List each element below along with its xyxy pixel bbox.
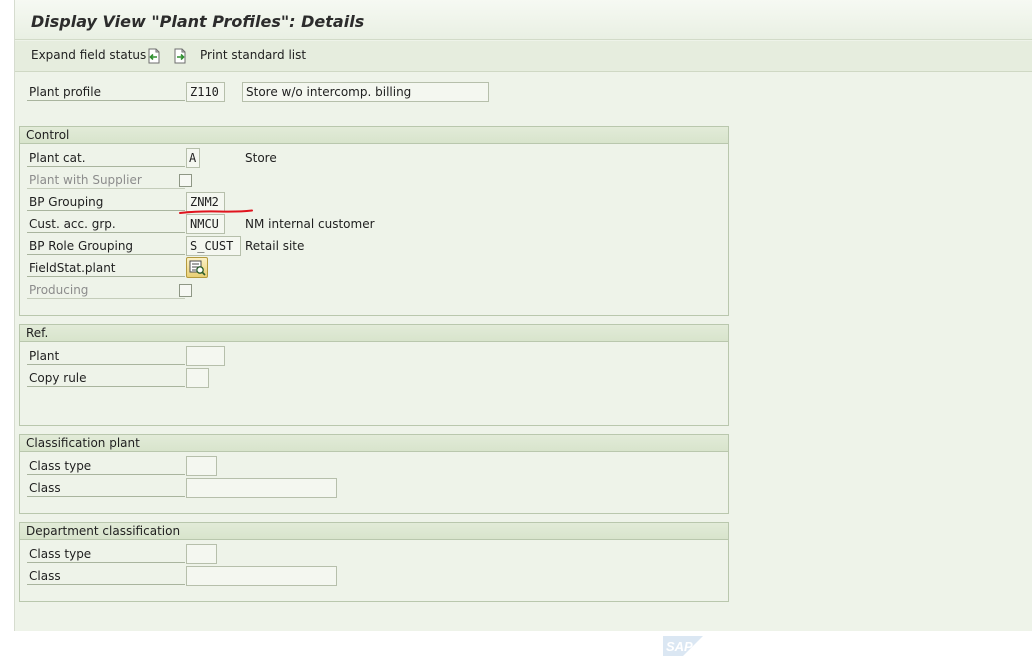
field-status-icon: [189, 260, 206, 276]
plant-cat-label: Plant cat.: [27, 149, 185, 167]
ref-plant-field[interactable]: [186, 346, 225, 366]
department-classification-group-title: Department classification: [20, 523, 728, 540]
ref-plant-label: Plant: [27, 347, 185, 365]
classification-plant-class-label: Class: [27, 479, 185, 497]
previous-entry-icon[interactable]: [146, 48, 162, 64]
classification-plant-group-title: Classification plant: [20, 435, 728, 452]
page-title: Display View "Plant Profiles": Details: [31, 12, 365, 31]
plant-with-supplier-label: Plant with Supplier: [27, 171, 185, 189]
bp-role-grouping-label: BP Role Grouping: [27, 237, 185, 255]
title-bar: Display View "Plant Profiles": Details: [15, 0, 1032, 40]
cust-acc-grp-field[interactable]: NMCU: [186, 214, 225, 234]
red-annotation-underline: [179, 209, 253, 214]
bp-grouping-label: BP Grouping: [27, 193, 185, 211]
copy-rule-label: Copy rule: [27, 369, 185, 387]
classification-plant-class-type-label: Class type: [27, 457, 185, 475]
department-class-label: Class: [27, 567, 185, 585]
cust-acc-grp-label: Cust. acc. grp.: [27, 215, 185, 233]
ref-group-title: Ref.: [20, 325, 728, 342]
copy-rule-field[interactable]: [186, 368, 209, 388]
fieldstat-plant-label: FieldStat.plant: [27, 259, 185, 277]
cust-acc-grp-description: NM internal customer: [245, 217, 375, 231]
producing-checkbox[interactable]: [179, 284, 192, 297]
plant-profile-label: Plant profile: [27, 83, 185, 101]
application-toolbar: Expand field status Print standard list: [15, 41, 1032, 72]
plant-cat-description: Store: [245, 151, 277, 165]
producing-label: Producing: [27, 281, 185, 299]
plant-profile-field[interactable]: Z110: [186, 82, 225, 102]
plant-with-supplier-checkbox[interactable]: [179, 174, 192, 187]
sap-logo: SAP: [663, 636, 703, 656]
plant-cat-field[interactable]: A: [186, 148, 200, 168]
classification-plant-class-type-field[interactable]: [186, 456, 217, 476]
department-class-type-field[interactable]: [186, 544, 217, 564]
plant-profile-description-field: Store w/o intercomp. billing: [242, 82, 489, 102]
control-group-title: Control: [20, 127, 728, 144]
expand-field-status-button[interactable]: Expand field status: [31, 48, 146, 62]
bp-role-grouping-field[interactable]: S_CUST: [186, 236, 241, 256]
bp-role-grouping-description: Retail site: [245, 239, 305, 253]
field-status-button[interactable]: [186, 257, 208, 278]
next-entry-icon[interactable]: [172, 48, 188, 64]
print-standard-list-button[interactable]: Print standard list: [200, 48, 306, 62]
department-class-type-label: Class type: [27, 545, 185, 563]
classification-plant-class-field[interactable]: [186, 478, 337, 498]
sap-window: Display View "Plant Profiles": Details E…: [14, 0, 1032, 631]
svg-text:SAP: SAP: [666, 639, 693, 654]
department-class-field[interactable]: [186, 566, 337, 586]
